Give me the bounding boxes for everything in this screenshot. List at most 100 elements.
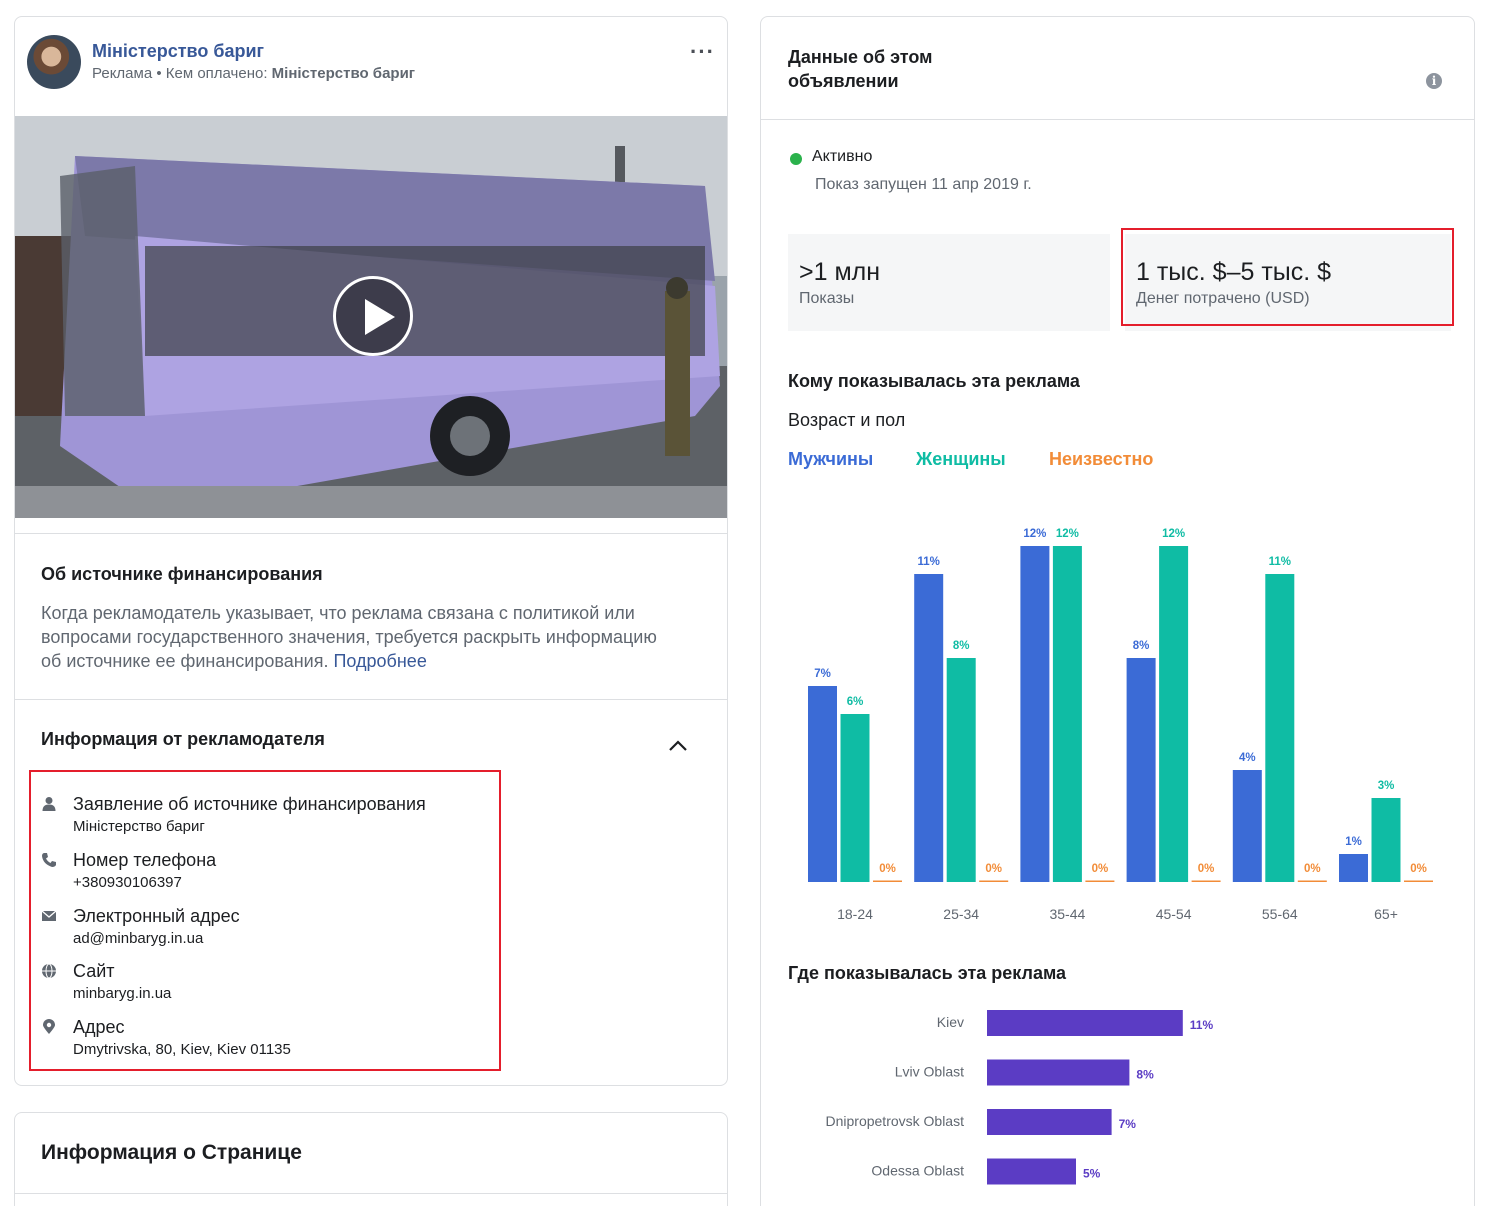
- region-label: Lviv Oblast: [895, 1064, 964, 1080]
- bar-35-44-1: [1052, 546, 1082, 882]
- bar-label: 0%: [879, 863, 896, 875]
- info-value: Міністерство бариг: [73, 818, 205, 835]
- bar-18-24-0: [808, 686, 837, 882]
- age-gender-title: Возраст и пол: [788, 410, 906, 430]
- bar-label: 12%: [1023, 528, 1046, 540]
- bar-label: 4%: [1239, 752, 1256, 764]
- bar-label: 1%: [1345, 836, 1362, 848]
- bar-label: 0%: [1304, 863, 1321, 875]
- info-label: Сайт: [73, 961, 115, 981]
- globe-icon: [42, 963, 56, 979]
- info-value: Dmytrivska, 80, Kiev, Kiev 01135: [73, 1041, 291, 1058]
- spend-highlight: [1121, 228, 1454, 326]
- bar-65+-1: [1371, 798, 1401, 882]
- bar-55-64-2: [1297, 880, 1327, 882]
- bar-25-34-0: [914, 574, 944, 882]
- region-bar: [987, 1109, 1112, 1135]
- x-tick-label: 35-44: [1049, 906, 1085, 922]
- region-value: 11%: [1190, 1018, 1214, 1032]
- legend-unknown[interactable]: Неизвестно: [1049, 449, 1153, 470]
- bar-label: 0%: [1092, 863, 1109, 875]
- chevron-up-icon[interactable]: [667, 735, 689, 757]
- divider: [15, 533, 727, 534]
- learn-more-link[interactable]: Подробнее: [333, 651, 426, 671]
- bar-label: 8%: [1133, 640, 1150, 652]
- age-gender-chart: 7% 6% 0% 18-24 11% 8% 0% 25-34 12% 12% 0% 35-44 8% 12…: [808, 528, 1433, 922]
- bar-45-54-1: [1159, 546, 1189, 882]
- divider: [15, 1193, 727, 1194]
- video-player[interactable]: [15, 116, 727, 518]
- bar-35-44-0: [1020, 546, 1050, 882]
- audience-title: Кому показывалась эта реклама: [788, 371, 1080, 391]
- info-value: minbaryg.in.ua: [73, 985, 172, 1002]
- bar-label: 12%: [1056, 528, 1079, 540]
- phone-icon: [42, 853, 56, 867]
- region-label: Dnipropetrovsk Oblast: [825, 1113, 964, 1129]
- page-info-card: Информация о Странице: [14, 1112, 728, 1206]
- page-name-link[interactable]: Міністерство бариг: [92, 41, 264, 62]
- info-icon[interactable]: i: [1426, 73, 1442, 89]
- legend-men[interactable]: Мужчины: [788, 449, 873, 470]
- bar-45-54-2: [1191, 880, 1221, 882]
- bar-label: 8%: [953, 640, 970, 652]
- bar-label: 0%: [1410, 863, 1427, 875]
- sponsor-prefix: Реклама • Кем оплачено:: [92, 65, 272, 82]
- impressions-value: >1 млн: [799, 258, 881, 286]
- info-label: Заявление об источнике финансирования: [73, 794, 426, 814]
- bar-label: 12%: [1162, 528, 1185, 540]
- bar-18-24-2: [873, 880, 902, 882]
- ad-data-card: Данные об этом объявлении i Активно Пока…: [760, 16, 1475, 1206]
- funding-title: Об источнике финансирования: [41, 564, 323, 584]
- bar-65+-2: [1404, 880, 1433, 882]
- divider: [15, 699, 727, 700]
- location-pin-icon: [43, 1019, 55, 1034]
- x-tick-label: 18-24: [837, 906, 873, 922]
- impressions-label: Показы: [799, 290, 855, 307]
- region-bar: [987, 1158, 1076, 1185]
- person-icon: [42, 797, 56, 811]
- regions-chart: Kiev 11% Lviv Oblast 8% Dnipropetrovsk Oblas…: [825, 1010, 1214, 1185]
- funding-text-line1: Когда рекламодатель указывает, что рекла…: [41, 603, 635, 623]
- x-tick-label: 45-54: [1156, 906, 1192, 922]
- funding-text-line3: об источнике ее финансирования. Подробне…: [41, 649, 657, 673]
- region-bar: [987, 1059, 1130, 1086]
- play-button[interactable]: [333, 276, 413, 356]
- bar-65+-0: [1339, 854, 1368, 882]
- bar-label: 0%: [985, 863, 1002, 875]
- region-value: 7%: [1119, 1117, 1137, 1131]
- sponsor-name: Міністерство бариг: [271, 65, 416, 82]
- page-info-title: Информация о Странице: [41, 1141, 302, 1164]
- region-bar: [987, 1010, 1183, 1036]
- region-label: Kiev: [937, 1014, 964, 1030]
- start-date-text: Показ запущен 11 апр 2019 г.: [815, 176, 1032, 193]
- funding-text-line3-text: об источнике ее финансирования.: [41, 651, 329, 671]
- x-tick-label: 55-64: [1262, 906, 1298, 922]
- legend-women[interactable]: Женщины: [916, 449, 1006, 470]
- bar-label: 7%: [814, 668, 831, 680]
- advertiser-info-title: Информация от рекламодателя: [41, 729, 325, 749]
- bar-55-64-1: [1265, 574, 1295, 882]
- x-tick-label: 65+: [1374, 906, 1398, 922]
- funding-text-line2: вопросами государственного значения, тре…: [41, 627, 657, 647]
- bar-25-34-2: [979, 880, 1009, 882]
- bar-18-24-1: [840, 714, 870, 882]
- more-options-button[interactable]: ···: [690, 39, 715, 65]
- ad-preview-card: Міністерство бариг Реклама • Кем оплачен…: [14, 16, 728, 1086]
- page-avatar[interactable]: [27, 35, 81, 89]
- bar-55-64-0: [1232, 770, 1262, 882]
- envelope-icon: [41, 910, 57, 921]
- bar-label: 11%: [918, 556, 940, 568]
- bar-label: 3%: [1378, 780, 1395, 792]
- info-label: Электронный адрес: [73, 906, 240, 926]
- bar-label: 0%: [1198, 863, 1215, 875]
- region-value: 8%: [1136, 1068, 1154, 1082]
- bar-45-54-0: [1126, 658, 1156, 882]
- funding-text: Когда рекламодатель указывает, что рекла…: [41, 601, 657, 673]
- info-label: Адрес: [73, 1017, 125, 1037]
- regions-title: Где показывалась эта реклама: [788, 963, 1067, 983]
- bar-label: 11%: [1269, 556, 1291, 568]
- region-value: 5%: [1083, 1167, 1101, 1181]
- region-label: Odessa Oblast: [871, 1163, 964, 1179]
- impressions-stat: >1 млн Показы: [788, 234, 1110, 331]
- bar-label: 6%: [847, 696, 864, 708]
